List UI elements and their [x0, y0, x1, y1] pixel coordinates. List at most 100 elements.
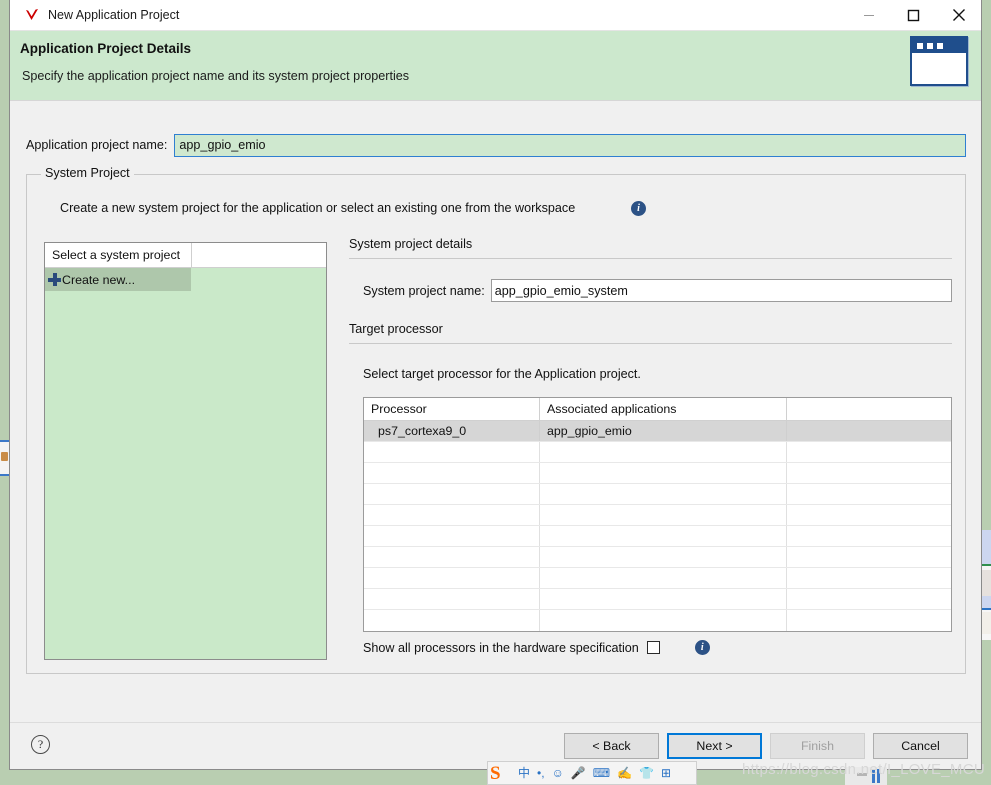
cancel-button[interactable]: Cancel	[873, 733, 968, 759]
target-processor-title: Target processor	[349, 322, 443, 336]
table-cell-extra	[787, 547, 951, 567]
table-cell-processor	[364, 568, 540, 588]
next-button[interactable]: Next >	[667, 733, 762, 759]
table-cell-extra	[787, 484, 951, 504]
section-divider	[349, 258, 952, 259]
question-mark-icon[interactable]: ?	[31, 735, 50, 754]
wizard-buttons: < Back Next > Finish Cancel	[564, 733, 968, 759]
finish-button: Finish	[770, 733, 865, 759]
keyboard-icon[interactable]: ⌨	[593, 767, 610, 779]
table-row[interactable]: ps7_cortexa9_0 app_gpio_emio	[364, 421, 951, 442]
list-item-create-new[interactable]: Create new...	[45, 268, 191, 291]
table-cell-processor	[364, 589, 540, 609]
processor-table[interactable]: Processor Associated applications ps7_co…	[363, 397, 952, 632]
dialog-window-icon	[910, 36, 968, 86]
table-cell-extra	[787, 589, 951, 609]
system-project-details-title: System project details	[349, 237, 473, 251]
background-window-left	[0, 440, 9, 476]
table-cell-associated	[540, 505, 787, 525]
ime-toolbar[interactable]: S 中 •, ☺ 🎤 ⌨ ✍ 👕 ⊞	[487, 761, 697, 785]
show-all-processors-checkbox[interactable]	[646, 641, 660, 654]
chinese-mode-icon[interactable]: 中	[518, 767, 530, 779]
banner-subtitle: Specify the application project name and…	[22, 69, 410, 83]
table-row[interactable]	[364, 484, 951, 505]
table-row[interactable]	[364, 442, 951, 463]
system-project-group: System Project Create a new system proje…	[26, 166, 966, 674]
watermark: https://blog.csdn.net/I_LOVE_MCU	[741, 761, 985, 778]
processor-table-body: ps7_cortexa9_0 app_gpio_emio	[364, 421, 951, 631]
table-row[interactable]	[364, 505, 951, 526]
application-project-name-label: Application project name:	[26, 138, 168, 152]
table-cell-associated	[540, 568, 787, 588]
table-cell-associated: app_gpio_emio	[540, 421, 787, 441]
table-row[interactable]	[364, 547, 951, 568]
show-all-processors-label: Show all processors in the hardware spec…	[363, 640, 639, 655]
system-project-list-header-label: Select a system project	[45, 243, 192, 267]
table-cell-associated	[540, 610, 787, 631]
info-icon[interactable]: i	[631, 201, 646, 216]
column-header-extra[interactable]	[787, 398, 951, 420]
table-cell-processor: ps7_cortexa9_0	[364, 421, 540, 441]
application-project-name-input[interactable]	[174, 133, 966, 157]
table-row[interactable]	[364, 463, 951, 484]
target-processor-instruction: Select target processor for the Applicat…	[363, 367, 641, 381]
section-divider	[349, 343, 952, 344]
table-row[interactable]	[364, 568, 951, 589]
toolbox-icon[interactable]: ⊞	[661, 767, 671, 779]
table-cell-associated	[540, 526, 787, 546]
table-row[interactable]	[364, 610, 951, 631]
dialog-content: Application project name: System Project…	[10, 101, 981, 722]
table-cell-processor	[364, 505, 540, 525]
list-item-label: Create new...	[62, 272, 136, 287]
table-cell-processor	[364, 484, 540, 504]
table-cell-associated	[540, 484, 787, 504]
table-cell-associated	[540, 463, 787, 483]
voice-input-icon[interactable]: 🎤	[571, 767, 586, 779]
info-icon[interactable]: i	[694, 640, 710, 655]
system-project-name-label: System project name:	[363, 283, 485, 298]
column-header-processor[interactable]: Processor	[364, 398, 540, 420]
handwriting-icon[interactable]: ✍	[617, 767, 632, 779]
wizard-banner: Application Project Details Specify the …	[10, 31, 981, 101]
system-project-name-input[interactable]	[490, 279, 952, 302]
table-cell-processor	[364, 547, 540, 567]
table-cell-processor	[364, 463, 540, 483]
table-cell-extra	[787, 526, 951, 546]
system-project-list-header: Select a system project	[45, 243, 326, 268]
table-cell-extra	[787, 505, 951, 525]
close-button[interactable]	[936, 0, 981, 30]
table-cell-associated	[540, 547, 787, 567]
column-header-associated-applications[interactable]: Associated applications	[540, 398, 787, 420]
table-cell-associated	[540, 589, 787, 609]
table-cell-extra	[787, 568, 951, 588]
system-project-description: Create a new system project for the appl…	[60, 201, 576, 215]
table-cell-extra	[787, 610, 951, 631]
sogou-logo-icon[interactable]: S	[490, 763, 514, 785]
minimize-button[interactable]	[846, 0, 891, 30]
table-cell-extra	[787, 421, 951, 441]
system-project-list[interactable]: Select a system project Create new...	[44, 242, 327, 660]
emoji-icon[interactable]: ☺	[552, 767, 564, 779]
processor-table-header: Processor Associated applications	[364, 398, 951, 421]
banner-title: Application Project Details	[20, 41, 192, 56]
system-project-details-column: System project details System project na…	[349, 237, 952, 660]
table-row[interactable]	[364, 589, 951, 610]
table-cell-associated	[540, 442, 787, 462]
system-project-name-row: System project name:	[349, 279, 952, 302]
back-button[interactable]: < Back	[564, 733, 659, 759]
plus-icon	[48, 273, 61, 286]
system-project-group-legend: System Project	[41, 166, 134, 180]
table-cell-processor	[364, 442, 540, 462]
table-cell-processor	[364, 526, 540, 546]
skin-icon[interactable]: 👕	[639, 767, 654, 779]
xilinx-sdk-icon	[24, 7, 40, 23]
table-cell-extra	[787, 463, 951, 483]
show-all-processors-row: Show all processors in the hardware spec…	[363, 640, 952, 655]
table-cell-extra	[787, 442, 951, 462]
table-row[interactable]	[364, 526, 951, 547]
maximize-button[interactable]	[891, 0, 936, 30]
table-cell-processor	[364, 610, 540, 631]
punctuation-icon[interactable]: •,	[537, 767, 545, 779]
dialog-titlebar: New Application Project	[10, 0, 981, 31]
new-application-project-dialog: New Application Project Application Proj…	[9, 0, 982, 770]
